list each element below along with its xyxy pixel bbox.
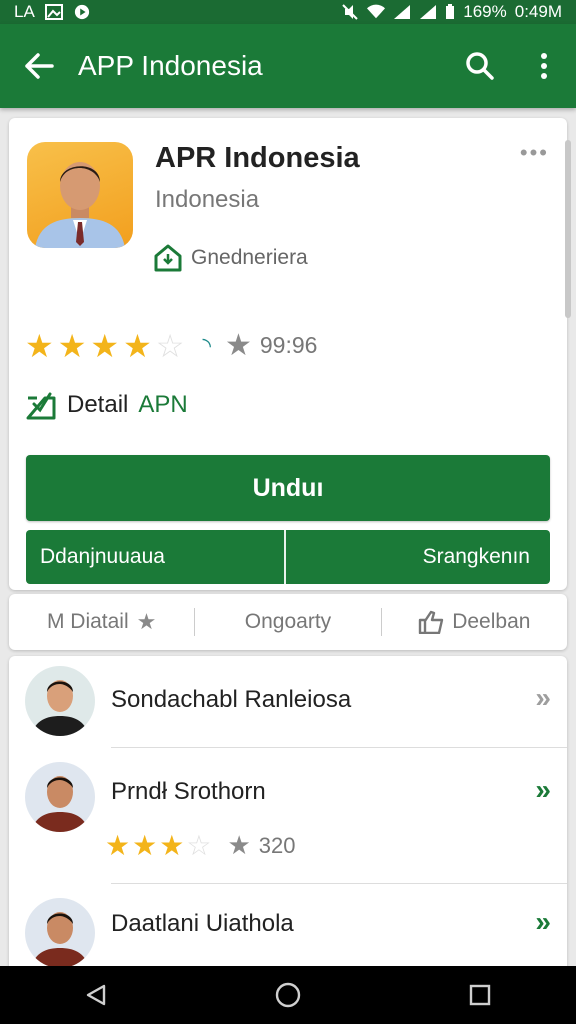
- star-icon: ★: [90, 327, 120, 364]
- star-icon: ★: [132, 829, 158, 861]
- star-icon: ★: [159, 829, 185, 861]
- rating-row: ★ ★ ★ ★ ☆ ◝ ★ 99:96: [25, 328, 317, 363]
- detail-accent: APN: [138, 391, 188, 418]
- avatar: [25, 898, 95, 968]
- item-rating: ★ ★ ★ ☆ ★ 320: [105, 830, 295, 861]
- square-recents-icon: [469, 984, 491, 1006]
- secondary-left-button[interactable]: Ddanjnuuaua: [26, 530, 286, 584]
- tab-detail[interactable]: M Diatail ★: [9, 609, 194, 635]
- signal-2-icon: [420, 5, 437, 19]
- star-icon: ★: [25, 327, 54, 364]
- nav-home-button[interactable]: [258, 966, 318, 1024]
- curve-mark-icon: ◝: [202, 332, 211, 358]
- chevron-right-icon: »: [535, 682, 551, 713]
- gray-star-icon: ★: [224, 329, 252, 362]
- triangle-back-icon: [86, 984, 106, 1006]
- home-shield-icon: [154, 244, 182, 272]
- star-icon: ★: [136, 609, 157, 634]
- person-avatar-icon: [31, 776, 89, 832]
- star-icon: ★: [57, 327, 87, 364]
- detail-link[interactable]: Detail APN: [25, 390, 188, 420]
- list-item[interactable]: Sondachabl Ranleiosa »: [9, 656, 567, 748]
- list-item-title: Daatlani Uiathola: [111, 910, 294, 937]
- status-bar: LA 169% 0:49M: [0, 0, 576, 24]
- detail-label: Detail: [67, 391, 129, 418]
- tab-category[interactable]: Ongoarty: [195, 610, 380, 634]
- avatar: [25, 666, 95, 736]
- thumbs-up-icon: [419, 610, 444, 634]
- inbox-check-icon: [26, 392, 56, 420]
- image-icon: [44, 4, 63, 20]
- list-item-title: Prndł Srothorn: [111, 778, 266, 805]
- install-button[interactable]: Unduı: [26, 455, 550, 521]
- app-detail-card: APR Indonesia Indonesia Gnedneriera ••• …: [9, 118, 567, 590]
- tab-category-label: Ongoarty: [244, 610, 332, 633]
- person-avatar-icon: [31, 912, 89, 968]
- secondary-right-button[interactable]: Srangkenın: [286, 530, 550, 584]
- back-button[interactable]: [0, 24, 78, 108]
- list-item[interactable]: Daatlani Uiathola »: [9, 884, 567, 976]
- star-icon: ★: [123, 327, 152, 364]
- tab-row: M Diatail ★ Ongoarty Deelban: [9, 594, 567, 650]
- signal-icon: [394, 5, 411, 19]
- item-review-count: 320: [258, 832, 296, 858]
- system-nav-bar: [0, 966, 576, 1024]
- nav-back-button[interactable]: [66, 966, 126, 1024]
- person-avatar-icon: [31, 680, 89, 736]
- battery-icon: [446, 4, 455, 19]
- status-carrier-text: LA: [14, 2, 35, 21]
- circle-home-icon: [275, 982, 301, 1008]
- card-more-button[interactable]: •••: [520, 140, 549, 166]
- search-button[interactable]: [448, 24, 512, 108]
- app-bar: APP Indonesia: [0, 24, 576, 108]
- related-list: Sondachabl Ranleiosa » Prndł Srothorn » …: [9, 656, 567, 976]
- avatar: [25, 762, 95, 832]
- developer-name[interactable]: Indonesia: [155, 186, 259, 214]
- play-circle-icon: [74, 4, 89, 20]
- category-text: Gnedneriera: [191, 246, 308, 269]
- star-outline-icon: ☆: [186, 829, 212, 861]
- scrollbar[interactable]: [565, 140, 571, 318]
- arrow-left-icon: [25, 53, 54, 79]
- chevron-right-icon: »: [535, 906, 551, 937]
- gray-star-icon: ★: [227, 830, 251, 860]
- app-name: APR Indonesia: [155, 142, 360, 174]
- overflow-menu-button[interactable]: [512, 24, 576, 108]
- chevron-right-icon: »: [535, 774, 551, 805]
- person-portrait-icon: [35, 162, 125, 248]
- tab-review-label: Deelban: [452, 610, 531, 633]
- battery-text: 169%: [463, 2, 507, 21]
- search-icon: [466, 52, 494, 80]
- nav-recents-button[interactable]: [450, 966, 510, 1024]
- list-item-title: Sondachabl Ranleiosa: [111, 686, 352, 713]
- category-label[interactable]: Gnedneriera: [153, 244, 308, 272]
- tab-review[interactable]: Deelban: [382, 610, 567, 634]
- time-text: 0:49M: [514, 2, 562, 21]
- wifi-icon: [367, 4, 386, 19]
- page-title: APP Indonesia: [78, 50, 263, 81]
- list-item[interactable]: Prndł Srothorn » ★ ★ ★ ☆ ★ 320: [9, 748, 567, 884]
- secondary-actions: Ddanjnuuaua Srangkenın: [26, 530, 550, 584]
- star-outline-icon: ☆: [155, 327, 185, 364]
- more-vert-icon: [541, 53, 547, 79]
- tab-detail-label: M Diatail: [46, 610, 129, 633]
- app-icon: [27, 142, 133, 248]
- star-icon: ★: [105, 829, 131, 861]
- mute-icon: [342, 4, 358, 20]
- review-count: 99:96: [259, 332, 318, 358]
